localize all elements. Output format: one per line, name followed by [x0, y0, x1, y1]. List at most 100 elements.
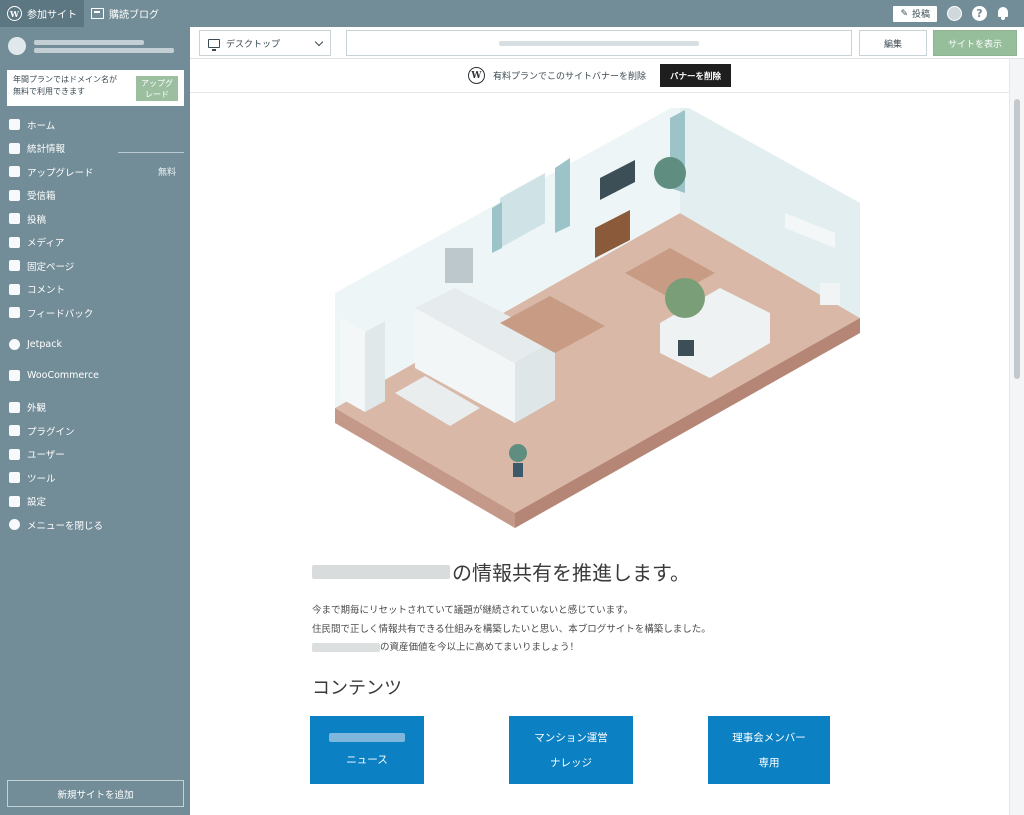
my-sites-label: 参加サイト: [27, 10, 77, 21]
chevron-down-icon: [314, 37, 324, 46]
sidebar-item-collapse[interactable]: メニューを閉じる: [0, 513, 190, 537]
reader-label: 購読ブログ: [109, 10, 159, 21]
desktop-icon: [208, 38, 220, 51]
comment-icon: [9, 283, 20, 295]
sidebar-item-comments[interactable]: コメント: [0, 278, 190, 302]
woo-icon: [9, 370, 20, 382]
sidebar-item-label: アップグレード: [27, 167, 94, 179]
edit-button[interactable]: 編集: [859, 30, 927, 56]
sidebar-item-tools[interactable]: ツール: [0, 466, 190, 490]
current-site-card[interactable]: [0, 27, 190, 65]
device-select[interactable]: デスクトップ: [199, 30, 331, 56]
reader-button[interactable]: 購読ブログ: [84, 0, 166, 27]
my-sites-button[interactable]: W 参加サイト: [0, 0, 84, 27]
upgrade-banner: W 有料プランでこのサイトバナーを削除 バナーを削除: [190, 59, 1009, 93]
reader-icon: [91, 8, 104, 19]
sidebar-item-jetpack[interactable]: Jetpack: [0, 333, 190, 357]
upsell-button-label-1: アップグ: [141, 79, 173, 88]
mail-icon: [9, 189, 20, 201]
news-button[interactable]: ニュース: [310, 716, 424, 784]
domain-upsell: 年間プランではドメイン名が 無料で利用できます アップグ レード: [7, 70, 184, 106]
scrollbar-thumb[interactable]: [1014, 99, 1020, 379]
management-knowledge-line2: ナレッジ: [550, 757, 592, 769]
sidebar-item-label: コメント: [27, 285, 66, 297]
intro-paragraph: 今まで期毎にリセットされていて議題が継続されていないと感じています。 住民間で正…: [312, 602, 711, 658]
sidebar-item-media[interactable]: メディア: [0, 231, 190, 255]
intro-line-2: 住民間で正しく情報共有できる仕組みを構築したいと思い、本ブログサイトを構築しまし…: [312, 623, 711, 635]
sidebar-item-pages[interactable]: 固定ページ: [0, 254, 190, 278]
brush-icon: [9, 401, 20, 413]
pin-icon: [9, 213, 20, 225]
sidebar-item-label: 外観: [27, 403, 47, 415]
sidebar-item-stats[interactable]: 統計情報: [0, 137, 190, 161]
intro-line-3: の資産価値を今以上に高めてまいりましょう！: [312, 639, 711, 658]
headline-text: の情報共有を推進します。: [452, 561, 690, 585]
user-icon: [9, 448, 20, 460]
upsell-button-label-2: レード: [145, 90, 169, 99]
board-members-line2: 専用: [758, 757, 780, 769]
home-icon: [9, 119, 20, 131]
cart-icon: [9, 166, 20, 178]
media-icon: [9, 236, 20, 248]
stats-icon: [9, 142, 20, 154]
sidebar-item-home[interactable]: ホーム: [0, 113, 190, 137]
pages-icon: [9, 260, 20, 272]
sidebar-item-feedback[interactable]: フィードバック: [0, 301, 190, 325]
feedback-icon: [9, 307, 20, 319]
room-illustration: [335, 108, 860, 528]
remove-banner-button[interactable]: バナーを削除: [660, 64, 732, 87]
sidebar: 年間プランではドメイン名が 無料で利用できます アップグ レード ホーム 統計情…: [0, 27, 190, 815]
sidebar-item-plugins[interactable]: プラグイン: [0, 419, 190, 443]
board-members-button[interactable]: 理事会メンバー 専用: [708, 716, 830, 784]
headline-blurred-name: [312, 564, 450, 579]
site-name-blurred: [34, 37, 182, 56]
site-preview: の情報共有を推進します。 今まで期毎にリセットされていて議題が継続されていないと…: [190, 94, 1009, 815]
plugin-icon: [9, 425, 20, 437]
board-members-line1: 理事会メンバー: [732, 732, 806, 744]
contents-heading: コンテンツ: [312, 678, 402, 699]
jetpack-icon: [9, 338, 20, 350]
intro-blurred-name: [312, 643, 380, 652]
settings-icon: [9, 495, 20, 507]
sidebar-item-label: ツール: [27, 473, 56, 485]
masterbar: W 参加サイト 購読ブログ ✎ 投稿 ?: [0, 0, 1024, 27]
sidebar-item-label: Jetpack: [27, 338, 62, 350]
scrollbar[interactable]: [1009, 59, 1024, 815]
notifications-icon[interactable]: [997, 7, 1009, 20]
sidebar-item-appearance[interactable]: 外観: [0, 396, 190, 420]
sidebar-item-inbox[interactable]: 受信箱: [0, 184, 190, 208]
sidebar-item-label: 固定ページ: [27, 261, 75, 273]
write-post-label: 投稿: [911, 10, 930, 20]
url-blurred: [499, 40, 699, 46]
intro-line-1: 今まで期毎にリセットされていて議題が継続されていないと感じています。: [312, 605, 634, 616]
intro-line-3-text: の資産価値を今以上に高めてまいりましょう！: [380, 642, 580, 653]
view-site-button[interactable]: サイトを表示: [933, 30, 1017, 56]
banner-text: 有料プランでこのサイトバナーを削除: [492, 72, 646, 82]
sidebar-item-label: 投稿: [27, 214, 47, 226]
help-icon[interactable]: ?: [972, 6, 987, 21]
sidebar-item-settings[interactable]: 設定: [0, 490, 190, 514]
sidebar-item-posts[interactable]: 投稿: [0, 207, 190, 231]
sidebar-item-label: 統計情報: [27, 144, 66, 156]
sidebar-item-upgrades[interactable]: アップグレード 無料: [0, 160, 190, 184]
sidebar-item-label: メディア: [27, 238, 65, 250]
avatar[interactable]: [947, 6, 962, 21]
sidebar-item-label: フィードバック: [27, 308, 94, 320]
sidebar-item-label: WooCommerce: [27, 370, 100, 382]
wordpress-logo-icon: W: [467, 67, 485, 84]
sidebar-item-users[interactable]: ユーザー: [0, 443, 190, 467]
feather-icon: ✎: [900, 8, 908, 19]
sidebar-item-label: ユーザー: [27, 450, 65, 462]
sidebar-item-woocommerce[interactable]: WooCommerce: [0, 364, 190, 388]
site-url-field[interactable]: [346, 30, 852, 56]
management-knowledge-button[interactable]: マンション運営 ナレッジ: [509, 716, 633, 784]
site-icon: [8, 37, 26, 55]
write-post-button[interactable]: ✎ 投稿: [893, 5, 937, 22]
free-badge: 無料: [157, 168, 176, 179]
sidebar-item-label: メニューを閉じる: [27, 520, 104, 532]
add-new-site-button[interactable]: 新規サイトを追加: [7, 780, 184, 807]
sidebar-item-label: 受信箱: [27, 191, 56, 203]
sidebar-item-label: ホーム: [27, 120, 56, 132]
sidebar-item-label: 設定: [27, 497, 47, 509]
upsell-upgrade-button[interactable]: アップグ レード: [136, 76, 178, 101]
